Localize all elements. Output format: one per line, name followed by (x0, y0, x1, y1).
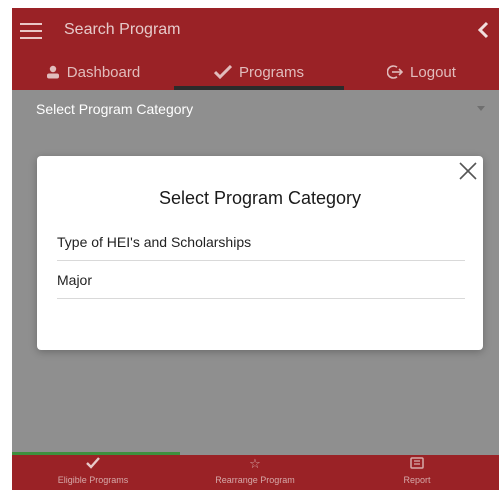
checkmark-icon (12, 457, 174, 472)
tab-dashboard[interactable]: Dashboard (12, 54, 174, 90)
program-category-select[interactable]: Select Program Category (12, 90, 499, 126)
app-screen: Search Program Dashboard Programs Logout… (12, 8, 499, 490)
option-hei-scholarships[interactable]: Type of HEI's and Scholarships (57, 224, 465, 261)
bottom-navigation: Eligible Programs ☆ Rearrange Program Re… (12, 455, 499, 490)
bottom-nav-label: Report (403, 475, 431, 485)
tab-logout-label: Logout (410, 63, 456, 81)
option-label: Type of HEI's and Scholarships (57, 234, 252, 250)
bottom-nav-report[interactable]: Report (336, 455, 499, 490)
select-category-dialog: Select Program Category Type of HEI's an… (37, 156, 483, 350)
report-icon (336, 457, 498, 472)
tab-programs[interactable]: Programs (174, 54, 344, 90)
bottom-nav-label: Rearrange Program (215, 475, 295, 485)
chevron-down-icon (477, 106, 485, 111)
select-label: Select Program Category (36, 101, 194, 117)
option-major[interactable]: Major (57, 262, 465, 299)
top-app-bar: Search Program (12, 8, 499, 54)
tab-logout[interactable]: Logout (344, 54, 499, 90)
checkmark-icon (213, 65, 232, 79)
person-icon (46, 65, 59, 79)
dialog-title: Select Program Category (158, 188, 362, 208)
chevron-left-icon[interactable] (473, 18, 493, 42)
bottom-nav-eligible-programs[interactable]: Eligible Programs (12, 455, 174, 490)
hamburger-menu-icon[interactable] (20, 23, 42, 39)
main-tabs: Dashboard Programs Logout (12, 54, 499, 90)
star-icon: ☆ (249, 456, 261, 471)
bottom-nav-label: Eligible Programs (57, 475, 129, 485)
logout-icon (387, 65, 404, 79)
bottom-nav-rearrange-program[interactable]: ☆ Rearrange Program (174, 455, 336, 490)
search-program-title[interactable]: Search Program (64, 21, 181, 39)
tab-dashboard-label: Dashboard (66, 63, 141, 81)
option-label: Major (57, 272, 93, 288)
close-icon[interactable] (457, 160, 479, 182)
tab-programs-label: Programs (238, 63, 305, 81)
